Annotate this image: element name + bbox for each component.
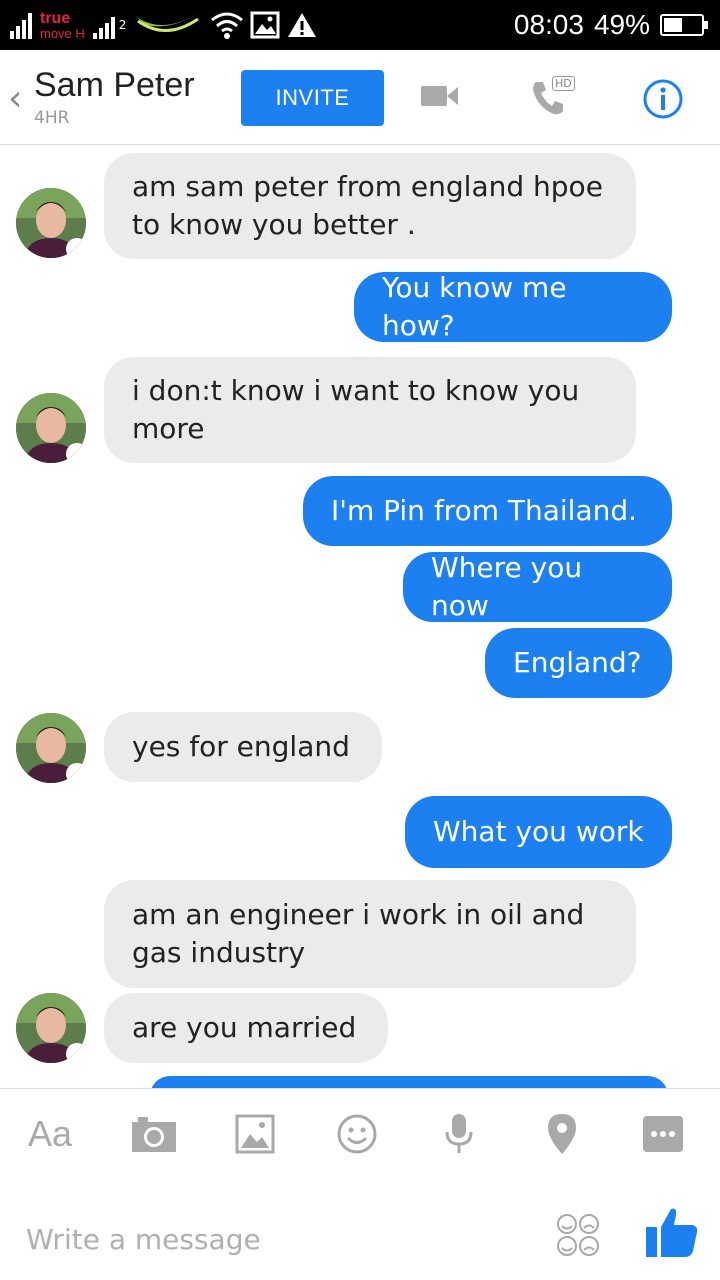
battery-icon: [660, 14, 708, 36]
clock: 08:03: [513, 9, 584, 40]
more-icon: [643, 1116, 683, 1152]
message-bubble-received[interactable]: am an engineer i work in oil and gas indu…: [104, 880, 636, 988]
signal-2-icon: [92, 11, 115, 39]
contact-name[interactable]: Sam Peter: [34, 66, 195, 105]
message-bubble-sent[interactable]: What you work: [405, 796, 672, 868]
voice-call-button[interactable]: HD: [530, 76, 575, 122]
message-line: am an engineer i work in oil and: [132, 898, 585, 931]
wifi-icon: [211, 12, 244, 39]
message-input[interactable]: [24, 1213, 548, 1265]
message-line: i don:t know i want to know you: [132, 374, 580, 407]
more-button[interactable]: [642, 1107, 684, 1161]
emoji-icon: [337, 1114, 377, 1154]
avatar[interactable]: [16, 713, 86, 783]
avatar[interactable]: [16, 993, 86, 1063]
message-line: What you work: [433, 815, 644, 848]
location-button[interactable]: [546, 1107, 578, 1161]
location-icon: [548, 1114, 576, 1154]
microphone-icon: [445, 1114, 473, 1153]
microphone-button[interactable]: [444, 1107, 474, 1161]
avatar[interactable]: [16, 188, 86, 258]
facebook-badge-icon: [66, 1043, 86, 1063]
composer-bar: Aa: [0, 1088, 720, 1280]
message-bubble-received[interactable]: i don:t know i want to know you more: [104, 357, 636, 463]
sim-index: 2: [118, 18, 127, 32]
message-line: England?: [513, 646, 642, 679]
last-active-label: 4HR: [34, 108, 70, 128]
message-bubble-sent[interactable]: Where you now: [403, 551, 672, 622]
message-line: more: [132, 412, 205, 445]
carrier-brand: true: [40, 9, 71, 27]
facebook-badge-icon: [66, 238, 86, 258]
thumbs-up-icon: [646, 1208, 698, 1257]
video-call-button[interactable]: [420, 80, 460, 116]
gallery-button[interactable]: [235, 1107, 275, 1161]
battery-percent: 49%: [593, 9, 650, 40]
message-line: Where you now: [431, 551, 583, 622]
stickers-button[interactable]: [556, 1213, 600, 1261]
image-notification-icon: [250, 11, 280, 39]
data-swoosh-icon: [134, 11, 203, 32]
message-bubble-received[interactable]: am sam peter from england hpoe to know yo…: [104, 153, 636, 259]
message-bubble-sent[interactable]: [150, 1076, 668, 1088]
chevron-left-icon[interactable]: ‹: [8, 78, 22, 119]
message-bubble-sent[interactable]: I'm Pin from Thailand.: [303, 476, 672, 546]
camera-button[interactable]: [130, 1107, 178, 1161]
avatar[interactable]: [16, 393, 86, 463]
message-line: You know me how?: [382, 271, 567, 342]
facebook-badge-icon: [66, 763, 86, 783]
signal-icon: [10, 11, 32, 39]
stickers-icon: [557, 1214, 599, 1256]
conversation-header: ‹ Sam Peter 4HR INVITE HD: [0, 50, 720, 145]
info-icon: [643, 79, 683, 119]
text-toggle-button[interactable]: Aa: [28, 1107, 72, 1161]
carrier-sub: move H: [40, 25, 85, 41]
hd-badge: HD: [552, 76, 575, 91]
invite-button[interactable]: INVITE: [241, 70, 384, 126]
warning-icon: [288, 13, 317, 37]
message-bubble-sent[interactable]: You know me how?: [354, 271, 672, 342]
message-line: to know you better .: [132, 208, 416, 241]
video-camera-icon: [421, 86, 458, 106]
message-line: are you married: [132, 1011, 357, 1044]
message-line: yes for england: [132, 730, 350, 763]
message-line: gas industry: [132, 936, 306, 969]
message-line: I'm Pin from Thailand.: [331, 494, 638, 527]
message-line: am sam peter from england hpoe: [132, 170, 603, 203]
gallery-icon: [235, 1114, 275, 1154]
message-list[interactable]: am sam peter from england hpoe to know yo…: [0, 145, 720, 1088]
message-bubble-received[interactable]: yes for england: [104, 712, 382, 782]
message-bubble-received[interactable]: are you married: [104, 993, 388, 1063]
status-bar: true move H 2 08:03 49%: [0, 0, 720, 50]
carrier-label: true move H: [40, 9, 85, 41]
message-bubble-sent[interactable]: England?: [485, 628, 672, 698]
emoji-button[interactable]: [336, 1107, 378, 1161]
facebook-badge-icon: [66, 443, 86, 463]
info-button[interactable]: [642, 78, 684, 124]
like-button[interactable]: [644, 1203, 700, 1263]
camera-icon: [132, 1117, 176, 1152]
